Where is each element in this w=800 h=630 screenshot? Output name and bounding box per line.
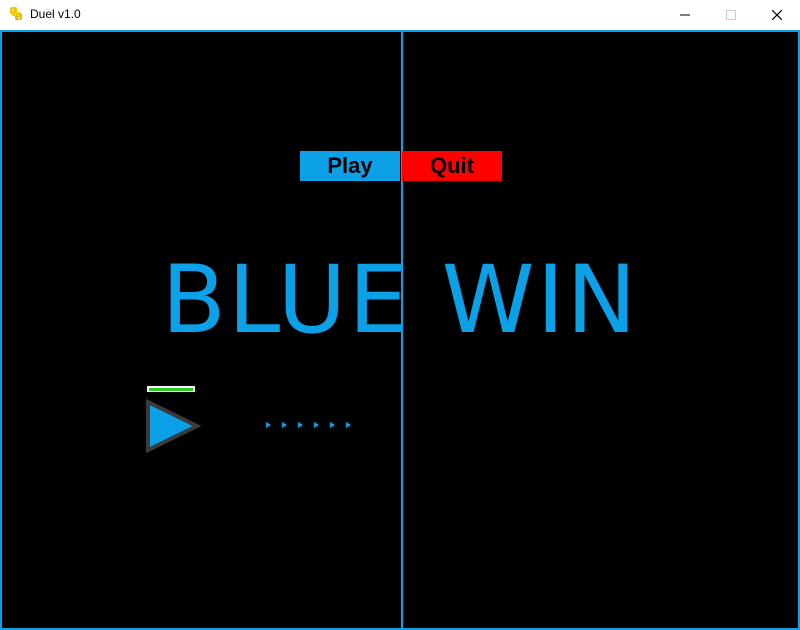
close-icon xyxy=(772,10,782,20)
bullet-icon xyxy=(298,422,303,428)
window-title: Duel v1.0 xyxy=(30,7,81,21)
blue-ship-icon xyxy=(146,398,202,454)
bullet-icon xyxy=(282,422,287,428)
close-button[interactable] xyxy=(754,0,800,30)
maximize-button[interactable] xyxy=(708,0,754,30)
minimize-button[interactable] xyxy=(662,0,708,30)
python-icon xyxy=(8,6,24,22)
maximize-icon xyxy=(726,10,736,20)
game-canvas[interactable]: Play Quit BLUE WIN xyxy=(0,30,800,630)
player-health-bar xyxy=(147,386,195,392)
bullet-trail xyxy=(266,422,351,428)
minimize-icon xyxy=(680,14,690,16)
health-bar-fill xyxy=(149,388,193,391)
play-button[interactable]: Play xyxy=(300,151,400,181)
bullet-icon xyxy=(330,422,335,428)
bullet-icon xyxy=(266,422,271,428)
bullet-icon xyxy=(346,422,351,428)
title-bar[interactable]: Duel v1.0 xyxy=(0,0,800,30)
game-window: Duel v1.0 Play Quit BLUE WIN xyxy=(0,0,800,630)
winner-banner: BLUE WIN xyxy=(161,246,639,355)
bullet-icon xyxy=(314,422,319,428)
quit-button[interactable]: Quit xyxy=(402,151,502,181)
